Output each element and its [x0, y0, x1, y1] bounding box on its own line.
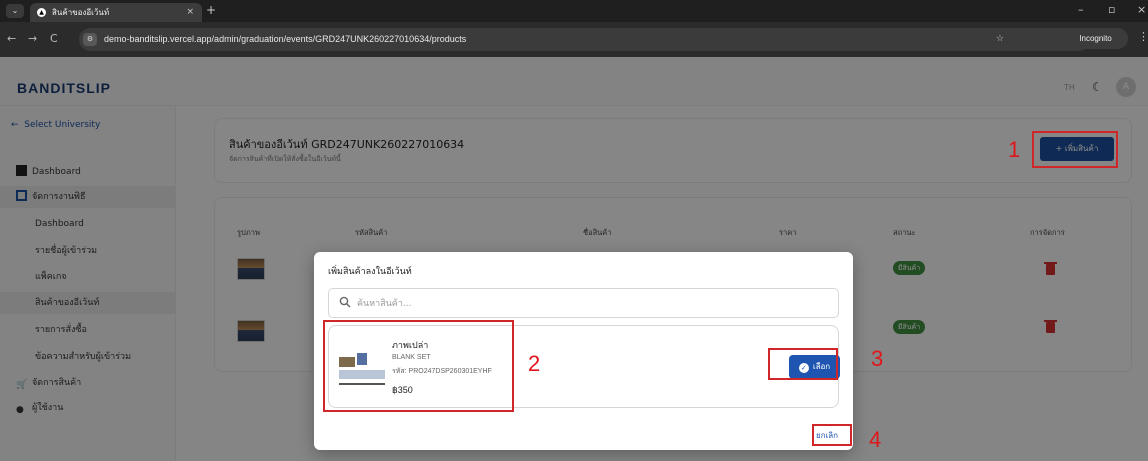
bookmark-star-icon[interactable]: ☆: [996, 34, 1004, 44]
url-field[interactable]: ⚙ demo-banditslip.vercel.app/admin/gradu…: [79, 28, 1090, 51]
tab-title: สินค้าของอีเว้นท์: [52, 8, 110, 17]
step-number: 4: [869, 427, 882, 452]
menu-more-icon[interactable]: ⋮: [1138, 30, 1148, 43]
highlight-box-product: [323, 320, 514, 412]
tab-search-icon[interactable]: ⌄: [6, 4, 24, 18]
tab-favicon-icon: ▲: [37, 8, 46, 17]
forward-icon[interactable]: →: [28, 32, 37, 45]
address-bar: ← → C ⚙ demo-banditslip.vercel.app/admin…: [0, 22, 1148, 57]
minimize-icon[interactable]: –: [1078, 3, 1084, 16]
incognito-label: Incognito: [1079, 34, 1112, 43]
highlight-box-select: [768, 348, 838, 380]
step-number: 2: [528, 351, 541, 376]
incognito-badge[interactable]: Incognito: [1063, 28, 1128, 49]
highlight-box-cancel: [812, 424, 852, 446]
browser-tab-bar: ⌄ ▲ สินค้าของอีเว้นท์ × + – ▫ ×: [0, 0, 1148, 22]
product-search-box: [328, 288, 839, 318]
back-icon[interactable]: ←: [7, 32, 16, 45]
highlight-box-add: [1032, 131, 1118, 168]
close-window-icon[interactable]: ×: [1137, 3, 1146, 16]
restore-icon[interactable]: ▫: [1108, 3, 1115, 16]
search-input[interactable]: [357, 295, 827, 312]
url-text: demo-banditslip.vercel.app/admin/graduat…: [104, 34, 467, 44]
site-info-icon[interactable]: ⚙: [83, 33, 97, 46]
step-number: 1: [1008, 137, 1021, 162]
tab-close-icon[interactable]: ×: [186, 3, 194, 22]
browser-tab[interactable]: ▲ สินค้าของอีเว้นท์ ×: [30, 3, 202, 22]
new-tab-icon[interactable]: +: [206, 3, 216, 17]
search-icon: [339, 296, 351, 308]
reload-icon[interactable]: C: [50, 32, 58, 45]
step-number: 3: [871, 346, 884, 371]
modal-title: เพิ่มสินค้าลงในอีเว้นท์: [328, 267, 412, 277]
